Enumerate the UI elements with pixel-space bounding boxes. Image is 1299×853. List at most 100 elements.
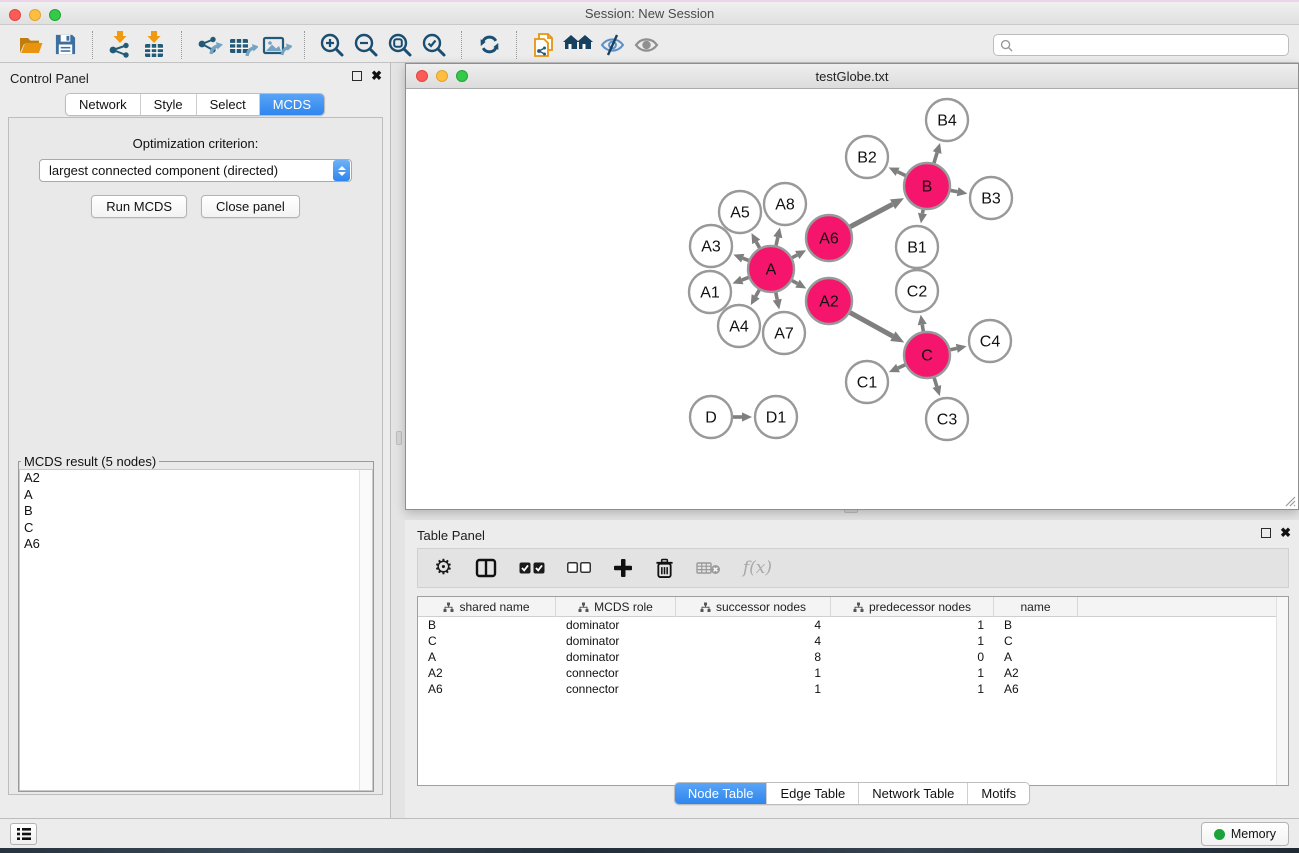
graph-node-A1[interactable]: A1 [689, 271, 731, 313]
edge-A-A5[interactable] [756, 242, 759, 248]
table-row[interactable]: Bdominator41B [418, 617, 1288, 633]
edge-B-B3[interactable] [951, 190, 958, 191]
zoom-out-button[interactable] [349, 30, 383, 60]
tab-style[interactable]: Style [141, 94, 197, 115]
edge-A-A6[interactable] [792, 255, 797, 258]
graph-node-C3[interactable]: C3 [926, 398, 968, 440]
list-item[interactable]: A2 [20, 470, 372, 487]
zoom-fit-button[interactable] [383, 30, 417, 60]
edge-B-B1[interactable] [923, 210, 924, 214]
select-all-rows-button[interactable] [519, 553, 545, 583]
minimize-window-button[interactable] [29, 9, 41, 21]
show-columns-button[interactable] [475, 553, 497, 583]
result-list-scrollbar[interactable] [359, 470, 372, 790]
column-header-successor-nodes[interactable]: successor nodes [676, 597, 831, 617]
graph-node-C4[interactable]: C4 [969, 320, 1011, 362]
delete-columns-button[interactable] [655, 553, 674, 583]
graph-node-A3[interactable]: A3 [690, 225, 732, 267]
column-header-shared-name[interactable]: shared name [418, 597, 556, 617]
list-item[interactable]: C [20, 520, 372, 537]
birdseye-view-button[interactable] [629, 30, 663, 60]
graph-node-B[interactable]: B [904, 163, 950, 209]
function-builder-button[interactable]: f(x) [743, 553, 772, 583]
edge-A-A3[interactable] [743, 258, 749, 260]
import-network-button[interactable] [103, 30, 137, 60]
tab-select[interactable]: Select [197, 94, 260, 115]
edge-A-A7[interactable] [776, 293, 777, 300]
graph-node-B1[interactable]: B1 [896, 226, 938, 268]
graph-node-C1[interactable]: C1 [846, 361, 888, 403]
float-table-panel-icon[interactable] [1261, 528, 1271, 538]
float-panel-icon[interactable] [352, 71, 362, 81]
search-input[interactable] [1017, 38, 1282, 52]
edge-A-A8[interactable] [776, 237, 778, 245]
table-row[interactable]: A2connector11A2 [418, 665, 1288, 681]
graph-node-B2[interactable]: B2 [846, 136, 888, 178]
zoom-window-button[interactable] [49, 9, 61, 21]
list-item[interactable]: B [20, 503, 372, 520]
tab-network[interactable]: Network [66, 94, 141, 115]
tab-mcds[interactable]: MCDS [260, 94, 324, 115]
table-row[interactable]: Adominator80A [418, 649, 1288, 665]
network-canvas[interactable]: B4B2BB3A8A5A6A3B1AC2A1A2A4A7C4CC1C3DD1 [406, 89, 1298, 509]
close-panel-button[interactable]: Close panel [201, 195, 300, 218]
table-row[interactable]: Cdominator41C [418, 633, 1288, 649]
graph-node-A2[interactable]: A2 [806, 278, 852, 324]
edge-C-C2[interactable] [922, 325, 923, 332]
edge-B-B2[interactable] [898, 172, 906, 176]
close-network-window-button[interactable] [416, 70, 428, 82]
create-column-button[interactable] [613, 553, 633, 583]
edge-A6-B[interactable] [850, 204, 892, 226]
tab-node-table[interactable]: Node Table [675, 783, 768, 804]
table-row[interactable]: A6connector11A6 [418, 681, 1288, 697]
export-table-button[interactable] [226, 30, 260, 60]
tab-edge-table[interactable]: Edge Table [767, 783, 859, 804]
edge-C-C1[interactable] [898, 365, 905, 368]
graph-node-B4[interactable]: B4 [926, 99, 968, 141]
refresh-button[interactable] [472, 30, 506, 60]
graph-node-D1[interactable]: D1 [755, 396, 797, 438]
zoom-in-button[interactable] [315, 30, 349, 60]
tab-network-table[interactable]: Network Table [859, 783, 968, 804]
run-mcds-button[interactable]: Run MCDS [91, 195, 187, 218]
ndex-home-button[interactable] [561, 30, 595, 60]
list-item[interactable]: A6 [20, 536, 372, 553]
edge-A-A2[interactable] [792, 281, 797, 284]
open-file-button[interactable] [14, 30, 48, 60]
column-header-name[interactable]: name [994, 597, 1078, 617]
column-header-predecessor-nodes[interactable]: predecessor nodes [831, 597, 994, 617]
table-scrollbar[interactable] [1276, 597, 1288, 785]
graph-node-A[interactable]: A [748, 246, 794, 292]
table-mode-button[interactable]: ⚙ [434, 553, 453, 583]
export-image-button[interactable] [260, 30, 294, 60]
resize-grip-icon[interactable] [1282, 493, 1296, 507]
export-network-button[interactable] [192, 30, 226, 60]
graph-node-D[interactable]: D [690, 396, 732, 438]
graph-node-A8[interactable]: A8 [764, 183, 806, 225]
show-task-history-button[interactable] [10, 823, 37, 845]
zoom-selected-button[interactable] [417, 30, 451, 60]
network-graph[interactable]: B4B2BB3A8A5A6A3B1AC2A1A2A4A7C4CC1C3DD1 [406, 89, 1298, 509]
edge-B-B4[interactable] [934, 153, 937, 163]
optimization-criterion-select[interactable]: largest connected component (directed) [39, 159, 352, 182]
deselect-all-rows-button[interactable] [567, 553, 591, 583]
mcds-result-list[interactable]: A2ABCA6 [19, 469, 373, 791]
memory-button[interactable]: Memory [1201, 822, 1289, 846]
zoom-network-window-button[interactable] [456, 70, 468, 82]
close-panel-icon[interactable]: ✖ [371, 70, 382, 82]
edge-C-C4[interactable] [950, 348, 956, 349]
graph-node-A6[interactable]: A6 [806, 215, 852, 261]
search-field[interactable] [993, 34, 1289, 56]
minimize-network-window-button[interactable] [436, 70, 448, 82]
edge-C-C3[interactable] [934, 378, 937, 387]
new-network-from-selection-button[interactable] [527, 30, 561, 60]
edge-A-A1[interactable] [742, 277, 749, 280]
import-table-button[interactable] [137, 30, 171, 60]
delete-table-button[interactable] [696, 553, 721, 583]
tab-motifs[interactable]: Motifs [968, 783, 1029, 804]
graph-node-B3[interactable]: B3 [970, 177, 1012, 219]
edge-A-A4[interactable] [756, 290, 760, 296]
close-table-panel-icon[interactable]: ✖ [1280, 527, 1291, 539]
graph-node-A5[interactable]: A5 [719, 191, 761, 233]
save-session-button[interactable] [48, 30, 82, 60]
